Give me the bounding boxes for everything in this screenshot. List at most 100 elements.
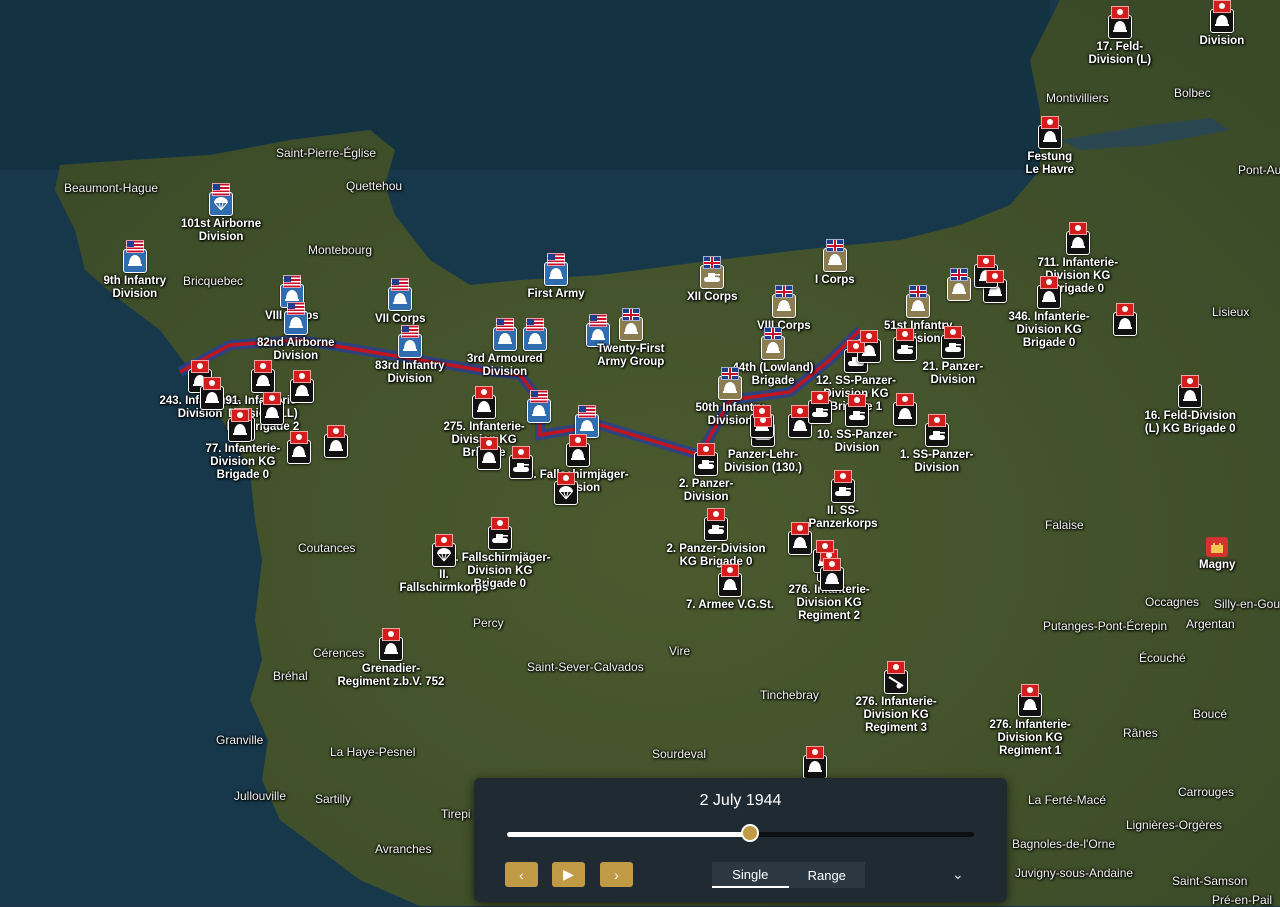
de-flag-icon [896, 328, 914, 341]
timeline-slider-fill [507, 832, 750, 837]
place-label: Juvigny-sous-Andaine [1015, 866, 1134, 880]
unit-marker[interactable]: II. SS- Panzerkorps [809, 470, 878, 531]
unit-marker[interactable]: 16. Feld-Division (L) KG Brigade 0 [1145, 375, 1236, 436]
unit-marker[interactable]: 7. Armee V.G.St. [686, 564, 774, 612]
unit-marker[interactable] [477, 437, 501, 470]
unit-marker[interactable] [287, 431, 311, 464]
unit-marker[interactable]: 346. Infanterie- Division KG Brigade 0 [1009, 276, 1090, 350]
unit-label: Festung Le Havre [1025, 151, 1075, 176]
de-flag-icon [847, 394, 866, 407]
de-flag-icon [1040, 276, 1059, 289]
unit-marker[interactable]: 83rd Infantry Division [375, 325, 445, 386]
mode-tabs: Single Range [712, 862, 865, 888]
unit-marker[interactable] [820, 558, 844, 591]
place-label: Saint-Samson [1172, 874, 1248, 888]
unit-marker[interactable] [947, 268, 971, 301]
unit-marker[interactable] [893, 393, 917, 426]
play-button[interactable]: ▶ [552, 862, 585, 887]
timeline-slider[interactable] [507, 824, 974, 842]
unit-marker[interactable]: XII Corps [687, 256, 737, 304]
unit-marker[interactable] [200, 377, 224, 410]
unit-marker[interactable] [554, 472, 578, 505]
unit-marker[interactable] [290, 370, 314, 403]
de-flag-icon [231, 409, 249, 422]
de-flag-icon [191, 360, 210, 373]
unit-marker[interactable]: Division [1200, 0, 1244, 48]
unit-marker[interactable] [509, 446, 533, 479]
de-flag-icon [203, 377, 221, 390]
de-flag-icon [1021, 684, 1040, 697]
tab-single[interactable]: Single [712, 862, 789, 888]
place-label: Coutances [298, 541, 356, 555]
timeline-date: 2 July 1944 [699, 792, 782, 809]
unit-label: 21. Panzer- Division [922, 361, 984, 386]
de-flag-icon [1068, 222, 1087, 235]
unit-marker[interactable]: 9th Infantry Division [104, 240, 166, 301]
timeline-panel: 2 July 1944 ‹ ▶ › Single Range ⌄ [474, 778, 1007, 902]
de-flag-icon [512, 446, 530, 459]
unit-label: First Army [527, 288, 585, 300]
unit-marker[interactable] [803, 746, 827, 779]
de-flag-icon [896, 393, 914, 406]
us-flag-icon [286, 302, 305, 315]
unit-marker[interactable] [324, 425, 348, 458]
unit-marker[interactable]: VII Corps [375, 278, 425, 326]
unit-marker[interactable] [228, 409, 252, 442]
unit-marker[interactable]: First Army [528, 253, 585, 301]
unit-marker[interactable]: I Corps [815, 239, 855, 287]
unit-marker[interactable] [788, 522, 812, 555]
previous-button[interactable]: ‹ [505, 862, 538, 887]
unit-marker[interactable] [523, 318, 547, 351]
map-overlay: Saint-Pierre-Église Beaumont-Hague Quetteh… [0, 0, 1280, 907]
unit-marker[interactable] [260, 392, 284, 425]
next-button[interactable]: › [600, 862, 633, 887]
unit-label: II. SS- Panzerkorps [808, 505, 878, 530]
de-flag-icon [791, 522, 809, 535]
place-label: Silly-en-Gou [1214, 597, 1280, 611]
de-flag-icon [1116, 303, 1134, 316]
place-label: Montivilliers [1046, 91, 1109, 105]
unit-marker[interactable]: 276. Infanterie- Division KG Regiment 1 [990, 684, 1071, 758]
unit-marker[interactable]: 2. Panzer-Division KG Brigade 0 [667, 508, 766, 569]
unit-label: 346. Infanterie- Division KG Brigade 0 [1008, 311, 1090, 349]
tab-range[interactable]: Range [789, 862, 866, 888]
unit-marker[interactable]: 17. Feld- Division (L) [1089, 6, 1151, 67]
unit-marker[interactable]: 2. Panzer- Division [679, 443, 733, 504]
unit-marker[interactable]: 21. Panzer- Division [922, 326, 984, 387]
uk-flag-icon [950, 268, 968, 281]
unit-marker[interactable]: Festung Le Havre [1025, 116, 1075, 177]
unit-marker[interactable]: 82nd Airborne Division [257, 302, 335, 363]
chevron-down-icon[interactable]: ⌄ [952, 866, 964, 883]
unit-label: 10. SS-Panzer- Division [817, 429, 897, 454]
de-flag-icon [860, 330, 878, 343]
chevron-right-icon: › [614, 866, 619, 883]
us-flag-icon [589, 314, 607, 327]
us-flag-icon [547, 253, 566, 266]
timeline-slider-thumb[interactable] [740, 824, 759, 842]
unit-marker[interactable] [1113, 303, 1137, 336]
unit-marker[interactable] [808, 391, 832, 424]
unit-marker[interactable] [893, 328, 917, 361]
city-marker[interactable]: Magny [1199, 537, 1235, 572]
unit-marker[interactable]: 101st Airborne Division [181, 183, 261, 244]
de-flag-icon [434, 534, 453, 547]
unit-marker[interactable]: 276. Infanterie- Division KG Regiment 3 [856, 661, 937, 735]
unit-marker[interactable]: VIII Corps [757, 285, 811, 333]
unit-marker[interactable]: II. Fallschirmkorps [400, 534, 488, 595]
unit-marker[interactable]: Twenty-First Army Group [597, 308, 665, 369]
unit-label: Grenadier- Regiment z.b.V. 752 [337, 663, 445, 688]
unit-marker[interactable]: Grenadier- Regiment z.b.V. 752 [337, 628, 445, 689]
place-label: Bouсé [1193, 707, 1228, 721]
de-flag-icon [811, 391, 829, 404]
uk-flag-icon [825, 239, 844, 252]
de-flag-icon [327, 425, 345, 438]
us-flag-icon [212, 183, 231, 196]
place-label: Carrouges [1178, 785, 1235, 799]
place-label: Lisieux [1212, 305, 1250, 319]
uk-flag-icon [703, 256, 722, 269]
place-label: Bagnoles-de-l'Orne [1012, 837, 1116, 851]
de-flag-icon [753, 405, 771, 418]
unit-label: 3rd Armoured Division [467, 353, 543, 378]
play-icon: ▶ [563, 866, 574, 882]
unit-marker[interactable] [527, 390, 551, 423]
